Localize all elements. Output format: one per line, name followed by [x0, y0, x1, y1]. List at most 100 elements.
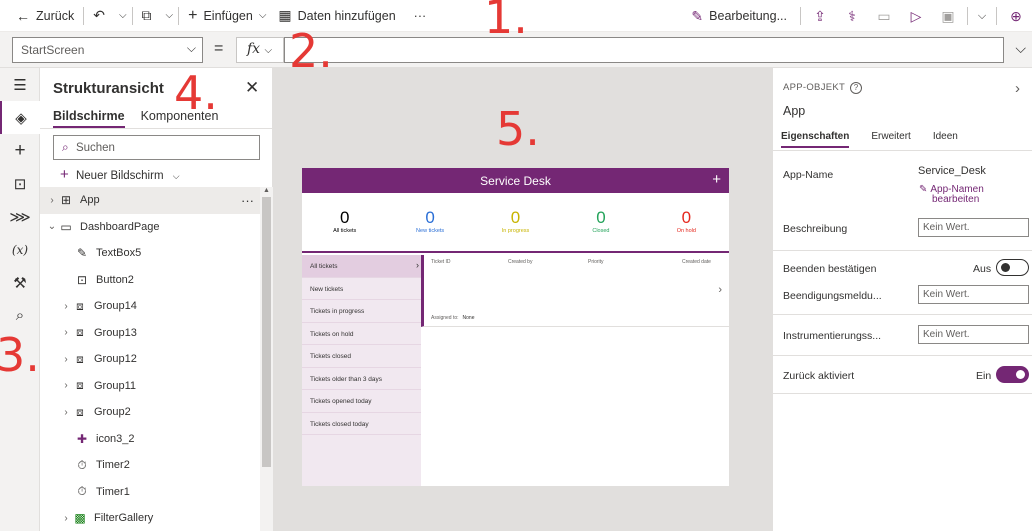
- advanced-tools-icon[interactable]: ⚒: [0, 266, 40, 299]
- insert-button[interactable]: + Einfügen ⌵: [182, 0, 272, 32]
- exit-message-input[interactable]: Kein Wert.: [918, 285, 1029, 304]
- chevron-down-icon: ⌵: [118, 10, 127, 21]
- chevron-down-icon: ⌵: [172, 171, 180, 181]
- more-icon: ···: [413, 8, 427, 23]
- chevron-right-icon[interactable]: ›: [60, 513, 72, 524]
- tab-ideas[interactable]: Ideen: [933, 131, 958, 148]
- tree-item-group2[interactable]: › ⧈ Group2: [40, 399, 260, 426]
- filter-item[interactable]: Tickets closed today: [302, 413, 421, 435]
- button-icon: ⊡: [76, 272, 88, 287]
- scroll-up-icon[interactable]: ▲: [263, 187, 270, 194]
- back-enabled-toggle[interactable]: [996, 366, 1029, 383]
- publish-icon[interactable]: ⊕: [1000, 0, 1032, 32]
- app-header: Service Desk: [302, 168, 729, 193]
- tree-item-textbox5[interactable]: ✎ TextBox5: [40, 240, 260, 267]
- tree-view-layers-icon[interactable]: ◈: [0, 101, 40, 134]
- tree-item-group11[interactable]: › ⧈ Group11: [40, 373, 260, 400]
- tree-view-title: Strukturansicht: [53, 80, 164, 97]
- tree-item-app[interactable]: › ⊞ App ···: [40, 187, 260, 214]
- filter-item[interactable]: Tickets older than 3 days: [302, 368, 421, 390]
- tree-item-group12[interactable]: › ⧈ Group12: [40, 346, 260, 373]
- undo-dropdown[interactable]: ⌵: [117, 0, 129, 32]
- tree-item-timer1[interactable]: ⏱ Timer1: [40, 479, 260, 506]
- tree-item-group13[interactable]: › ⧈ Group13: [40, 320, 260, 347]
- filter-label: All tickets: [310, 263, 338, 270]
- close-icon[interactable]: ✕: [245, 78, 259, 98]
- chevron-right-icon[interactable]: ›: [718, 284, 722, 296]
- filter-item[interactable]: All tickets ›: [302, 255, 421, 278]
- group-icon: ⧈: [76, 298, 84, 313]
- chevron-down-icon[interactable]: ⌄: [46, 221, 58, 232]
- tree-view-pane: Strukturansicht ✕ Bildschirme Komponente…: [40, 68, 273, 531]
- ticket-card[interactable]: Ticket ID Created by Priority Created da…: [421, 255, 729, 327]
- new-screen-button[interactable]: + Neuer Bildschirm ⌵: [60, 166, 180, 183]
- preview-play-icon[interactable]: ▷: [900, 0, 932, 32]
- more-button[interactable]: ···: [402, 0, 433, 32]
- back-button[interactable]: ← Zurück: [0, 0, 80, 32]
- filter-item[interactable]: Tickets on hold: [302, 323, 421, 345]
- instrumentation-input[interactable]: Kein Wert.: [918, 325, 1029, 344]
- formula-input[interactable]: [284, 37, 1004, 63]
- callout-3: 3.: [0, 328, 40, 382]
- expand-formula-chevron-icon[interactable]: ⌵: [1015, 40, 1026, 57]
- ticket-header-created-by: Created by: [508, 259, 533, 265]
- app-preview-screen[interactable]: Service Desk + 0 All tickets 0 New ticke…: [302, 168, 729, 486]
- tree-item-timer2[interactable]: ⏱ Timer2: [40, 452, 260, 479]
- chevron-right-icon[interactable]: ›: [60, 301, 72, 312]
- paste-dropdown[interactable]: ⌵: [164, 0, 176, 32]
- filter-item[interactable]: Tickets in progress: [302, 300, 421, 323]
- arrow-left-icon: ←: [16, 7, 30, 24]
- insert-plus-icon[interactable]: +: [0, 134, 40, 167]
- collapse-pane-chevron-icon[interactable]: ›: [1015, 80, 1020, 97]
- power-automate-icon[interactable]: ⋙: [0, 200, 40, 233]
- chevron-right-icon[interactable]: ›: [60, 327, 72, 338]
- save-icon[interactable]: ▣: [932, 0, 964, 32]
- rename-app-link[interactable]: ✎ App-Namen bearbeiten: [919, 185, 984, 205]
- chevron-right-icon[interactable]: ›: [60, 354, 72, 365]
- paste-button[interactable]: ⧉: [136, 0, 164, 32]
- tree-item-button2[interactable]: ⊡ Button2: [40, 267, 260, 294]
- chevron-down-icon: ⌵: [165, 10, 174, 21]
- hamburger-menu-icon[interactable]: ☰: [0, 68, 40, 101]
- property-dropdown[interactable]: StartScreen ⌵: [12, 37, 203, 63]
- help-icon[interactable]: ?: [850, 82, 863, 94]
- variables-icon[interactable]: (x): [0, 233, 40, 266]
- tree-item-dashboardpage[interactable]: ⌄ ▭ DashboardPage: [40, 214, 260, 241]
- tab-properties[interactable]: Eigenschaften: [781, 131, 850, 148]
- tab-screens[interactable]: Bildschirme: [53, 109, 125, 128]
- chevron-right-icon[interactable]: ›: [46, 195, 58, 206]
- confirm-exit-toggle[interactable]: [996, 259, 1029, 276]
- tree-item-group14[interactable]: › ⧈ Group14: [40, 293, 260, 320]
- save-options-chevron-icon[interactable]: ⌵: [971, 0, 993, 32]
- app-header-title: Service Desk: [480, 174, 551, 188]
- stat-count: 0: [510, 208, 521, 227]
- tree-item-filtergallery[interactable]: › ▩ FilterGallery: [40, 505, 260, 531]
- tab-advanced[interactable]: Erweitert: [871, 131, 910, 148]
- tree-scrollbar[interactable]: ▲: [260, 187, 273, 531]
- search-input[interactable]: ⌕ Suchen: [53, 135, 260, 160]
- chevron-right-icon[interactable]: ›: [60, 407, 72, 418]
- app-checker-icon[interactable]: ⚕: [836, 0, 868, 32]
- filter-label: New tickets: [310, 285, 344, 293]
- description-input[interactable]: Kein Wert.: [918, 218, 1029, 237]
- scrollbar-thumb[interactable]: [262, 197, 271, 467]
- tree-item-label: DashboardPage: [80, 220, 160, 233]
- chevron-right-icon[interactable]: ›: [60, 380, 72, 391]
- filter-item[interactable]: Tickets closed: [302, 345, 421, 368]
- tree-item-label: Group12: [94, 353, 137, 366]
- exit-message-placeholder: Kein Wert.: [923, 289, 970, 300]
- add-ticket-plus-icon[interactable]: +: [712, 171, 721, 188]
- tree-item-label: TextBox5: [96, 247, 142, 260]
- filter-item[interactable]: Tickets opened today: [302, 390, 421, 413]
- media-icon[interactable]: ⊡: [0, 167, 40, 200]
- app-name-label: App-Name: [783, 169, 834, 181]
- filter-item[interactable]: New tickets: [302, 278, 421, 300]
- share-icon[interactable]: ⇪: [804, 0, 836, 32]
- undo-button[interactable]: ↶: [87, 0, 117, 32]
- function-button[interactable]: fx ⌵: [236, 37, 284, 63]
- filter-label: Tickets opened today: [310, 398, 372, 405]
- edit-button[interactable]: ✎ Bearbeitung...: [685, 0, 793, 32]
- comments-icon[interactable]: ▭: [868, 0, 900, 32]
- tree-item-icon3-2[interactable]: ✚ icon3_2: [40, 426, 260, 453]
- more-options-icon[interactable]: ···: [241, 193, 254, 208]
